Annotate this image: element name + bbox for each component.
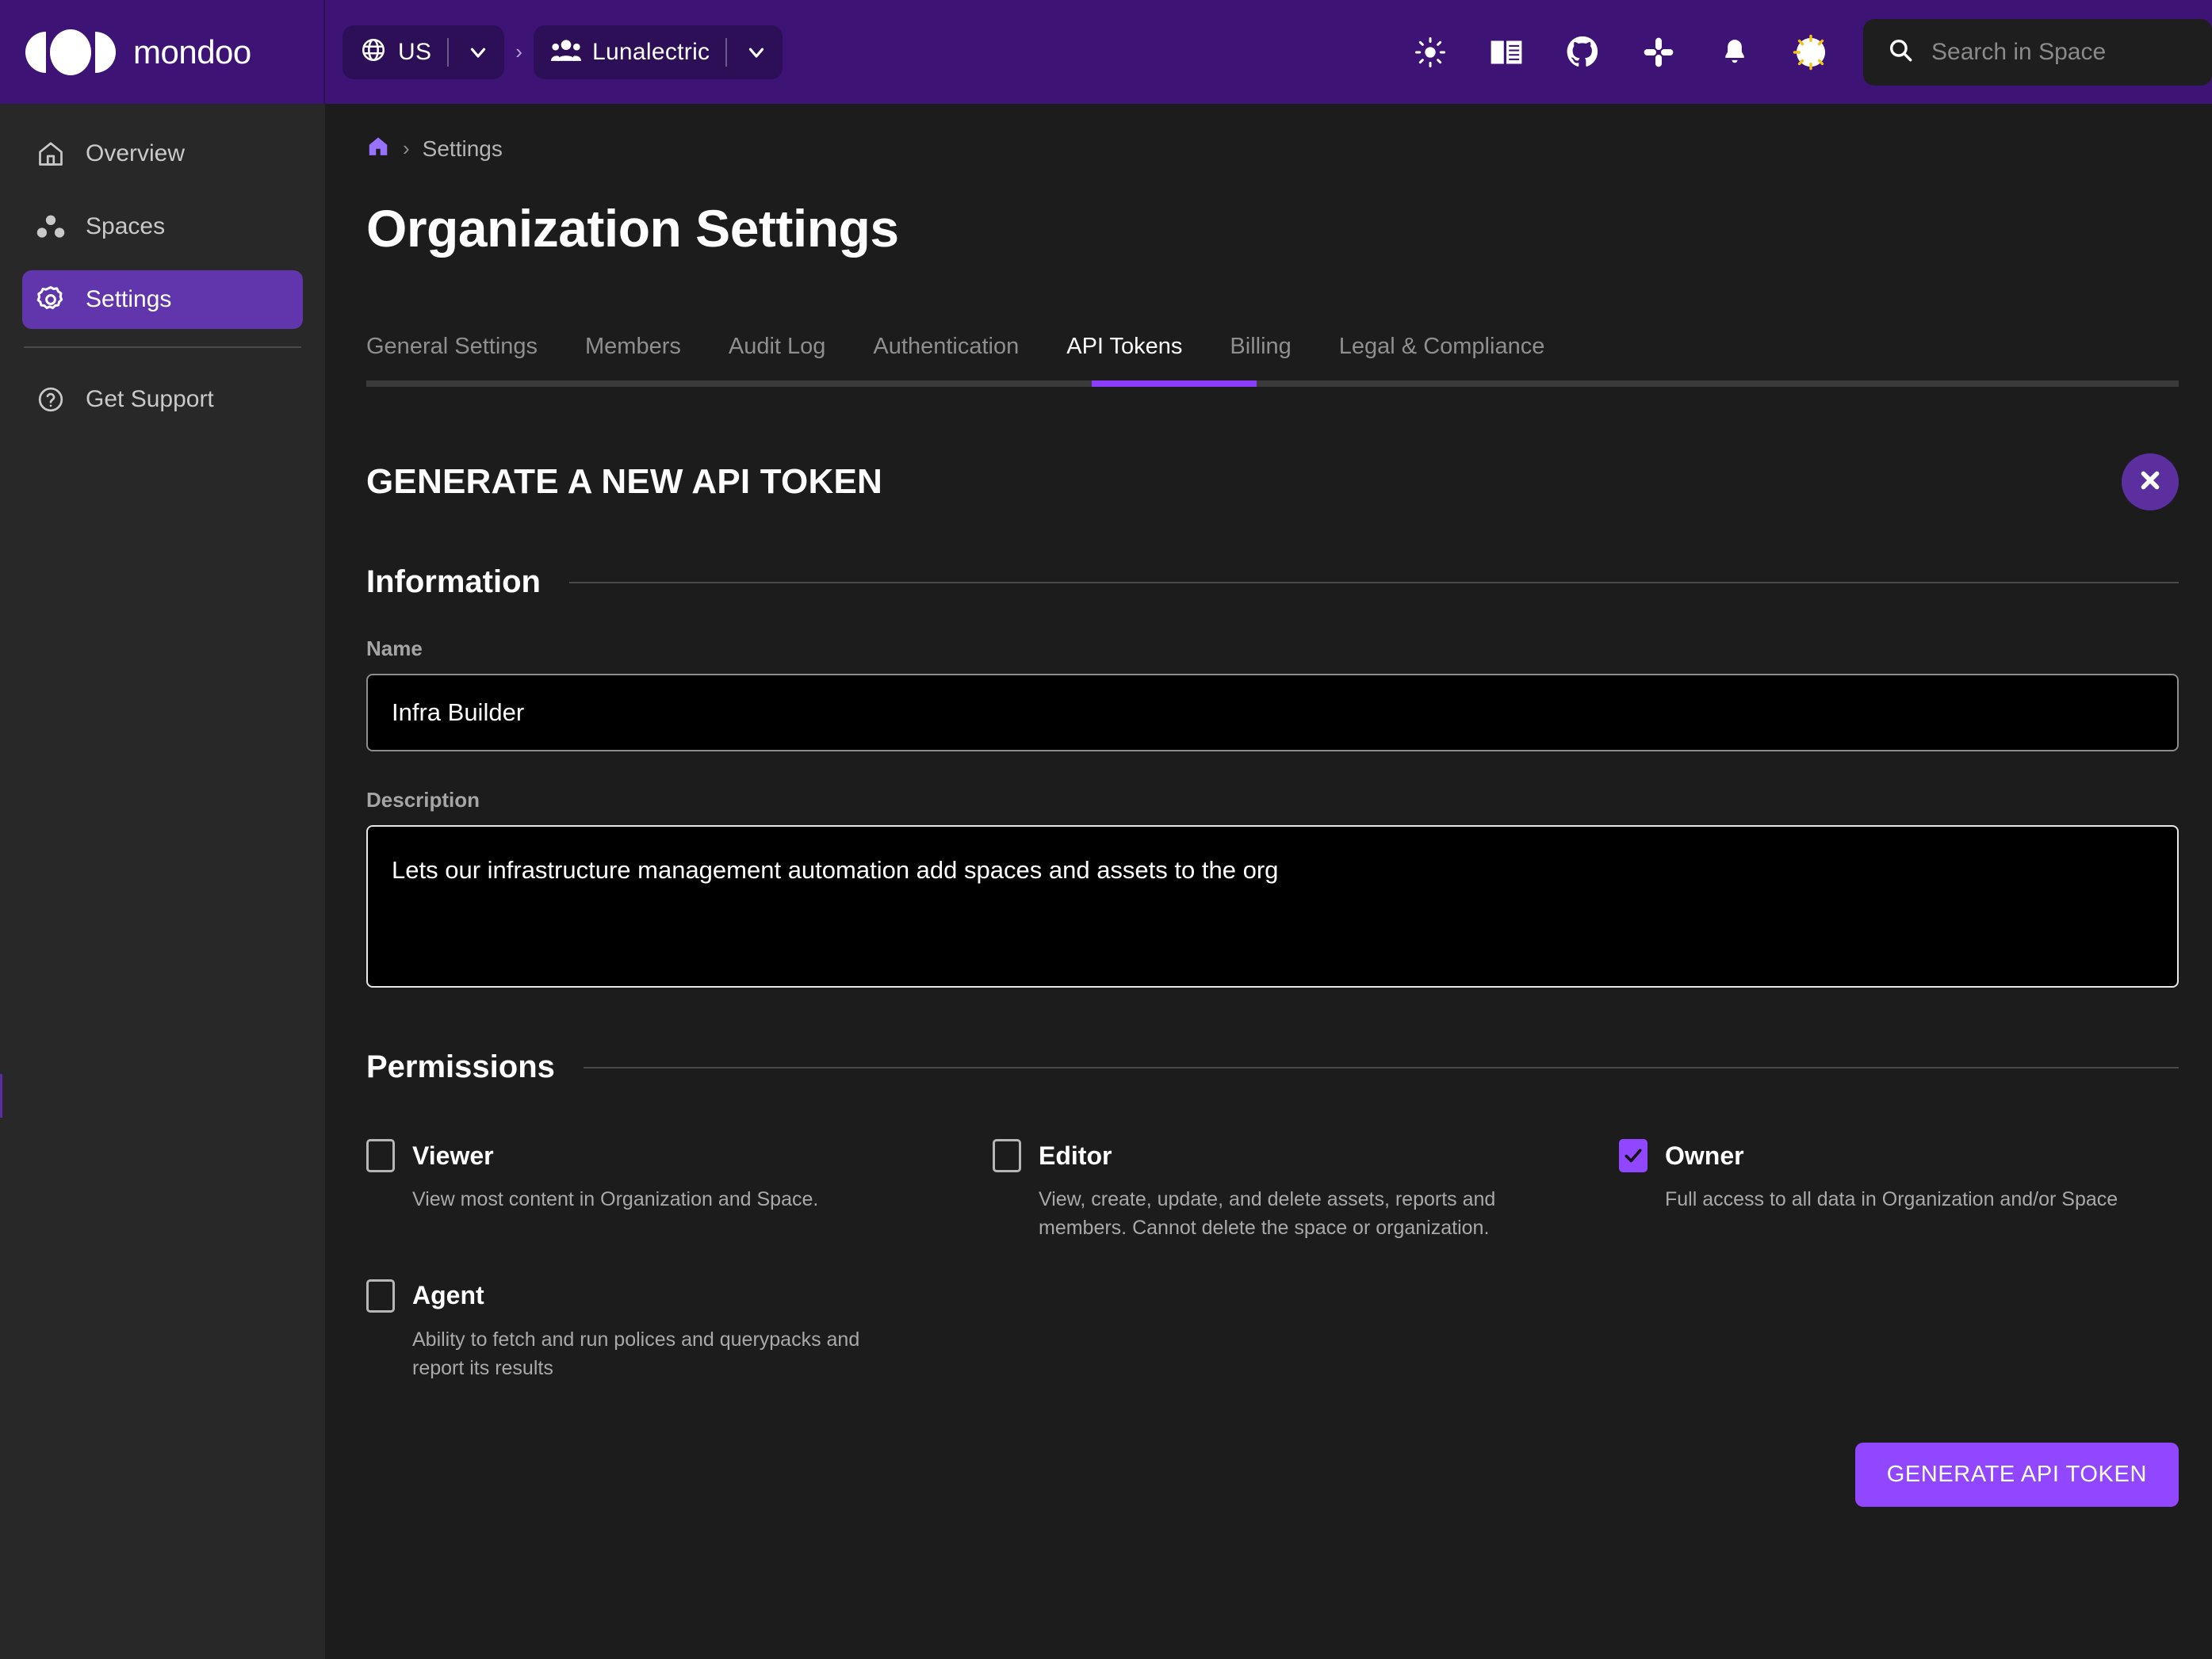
edge-accent-bar [0, 1074, 2, 1118]
people-icon [551, 38, 581, 66]
permission-description: View, create, update, and delete assets,… [1039, 1185, 1554, 1243]
breadcrumb: › Settings [366, 134, 2212, 163]
description-input[interactable]: Lets our infrastructure management autom… [366, 825, 2179, 988]
panel-footer: GENERATE API TOKEN [366, 1443, 2179, 1507]
permission-editor[interactable]: Editor View, create, update, and delete … [993, 1139, 1619, 1243]
permission-owner[interactable]: Owner Full access to all data in Organiz… [1619, 1139, 2179, 1243]
breadcrumb-current[interactable]: Settings [423, 136, 503, 162]
github-icon[interactable] [1544, 0, 1621, 104]
panel-header: GENERATE A NEW API TOKEN [366, 453, 2179, 510]
permission-description: Ability to fetch and run polices and que… [412, 1325, 904, 1383]
breadcrumb-chevron: › [403, 136, 410, 161]
viewer-checkbox[interactable] [366, 1139, 395, 1172]
tab-audit-log[interactable]: Audit Log [729, 334, 826, 380]
mondoo-logo-icon [25, 29, 116, 75]
description-input-value: Lets our infrastructure management autom… [392, 856, 1278, 884]
panel-title: GENERATE A NEW API TOKEN [366, 462, 882, 502]
home-icon [33, 140, 68, 168]
section-divider [584, 1067, 2179, 1068]
organization-selector[interactable]: Lunalectric [534, 25, 783, 79]
tab-legal-compliance[interactable]: Legal & Compliance [1339, 334, 1545, 380]
description-field-label: Description [366, 788, 2212, 812]
theme-toggle-icon[interactable] [1773, 0, 1849, 104]
permissions-grid: Viewer View most content in Organization… [366, 1139, 2179, 1382]
brightness-icon[interactable] [1392, 0, 1468, 104]
topbar-actions: Search in Space [1392, 0, 2212, 104]
search-input[interactable]: Search in Space [1863, 19, 2212, 86]
section-divider [569, 582, 2179, 583]
docs-book-icon[interactable] [1468, 0, 1544, 104]
information-section-header: Information [366, 564, 2179, 600]
brand-logo[interactable]: mondoo [0, 0, 325, 104]
active-tab-underline [1092, 380, 1257, 387]
notification-bell-icon[interactable] [1697, 0, 1773, 104]
sidebar-item-spaces[interactable]: Spaces [22, 197, 303, 256]
spaces-dots-icon [33, 214, 68, 239]
permission-description: Full access to all data in Organization … [1665, 1185, 2144, 1214]
editor-checkbox[interactable] [993, 1139, 1021, 1172]
top-bar: mondoo US › [0, 0, 2212, 104]
divider [447, 38, 449, 67]
permission-label: Editor [1039, 1141, 1112, 1171]
page-title: Organization Settings [366, 198, 2212, 258]
topbar-separator: › [515, 40, 522, 64]
chevron-down-icon[interactable] [460, 40, 496, 64]
permission-label: Owner [1665, 1141, 1744, 1171]
name-input[interactable]: Infra Builder [366, 674, 2179, 751]
region-selector[interactable]: US [343, 25, 504, 79]
close-x-icon [2137, 467, 2164, 498]
sidebar-item-label: Spaces [86, 213, 165, 240]
permission-label: Agent [412, 1281, 484, 1310]
permission-viewer[interactable]: Viewer View most content in Organization… [366, 1139, 993, 1243]
tab-authentication[interactable]: Authentication [873, 334, 1019, 380]
owner-checkbox[interactable] [1619, 1139, 1648, 1172]
sidebar-item-label: Settings [86, 286, 171, 313]
context-switchers: US › Lunalectric [343, 25, 783, 79]
agent-checkbox[interactable] [366, 1279, 395, 1313]
region-label: US [398, 39, 431, 66]
organization-label: Lunalectric [592, 39, 710, 66]
gear-icon [33, 285, 68, 315]
tab-members[interactable]: Members [585, 334, 681, 380]
name-input-value: Infra Builder [392, 698, 524, 727]
permission-agent[interactable]: Agent Ability to fetch and run polices a… [366, 1279, 993, 1383]
settings-tabs: General Settings Members Audit Log Authe… [366, 311, 2212, 380]
tab-general-settings[interactable]: General Settings [366, 334, 538, 380]
section-title: Information [366, 564, 541, 600]
divider [725, 38, 727, 67]
permissions-section-header: Permissions [366, 1049, 2179, 1085]
sidebar-item-get-support[interactable]: Get Support [22, 370, 303, 429]
sidebar-item-label: Get Support [86, 386, 214, 413]
tab-api-tokens[interactable]: API Tokens [1066, 334, 1182, 380]
sidebar-item-label: Overview [86, 140, 185, 167]
search-icon [1887, 36, 1914, 67]
permission-label: Viewer [412, 1141, 494, 1171]
sidebar-item-overview[interactable]: Overview [22, 124, 303, 183]
slack-icon[interactable] [1621, 0, 1697, 104]
home-icon[interactable] [366, 134, 390, 163]
generate-api-token-button[interactable]: GENERATE API TOKEN [1855, 1443, 2179, 1507]
sidebar-item-settings[interactable]: Settings [22, 270, 303, 329]
sidebar-divider [24, 346, 301, 348]
sidebar: Overview Spaces Settings Get Support [0, 104, 325, 1659]
globe-icon [360, 36, 387, 67]
brand-name: mondoo [133, 33, 251, 71]
section-title: Permissions [366, 1049, 555, 1085]
main-content: › Settings Organization Settings General… [325, 104, 2212, 1659]
permission-description: View most content in Organization and Sp… [412, 1185, 928, 1214]
name-field-label: Name [366, 636, 2212, 661]
tab-billing[interactable]: Billing [1230, 334, 1291, 380]
chevron-down-icon[interactable] [738, 40, 775, 64]
search-placeholder: Search in Space [1931, 39, 2106, 66]
close-panel-button[interactable] [2122, 453, 2179, 510]
tabs-rule [366, 380, 2179, 387]
help-circle-icon [33, 385, 68, 414]
